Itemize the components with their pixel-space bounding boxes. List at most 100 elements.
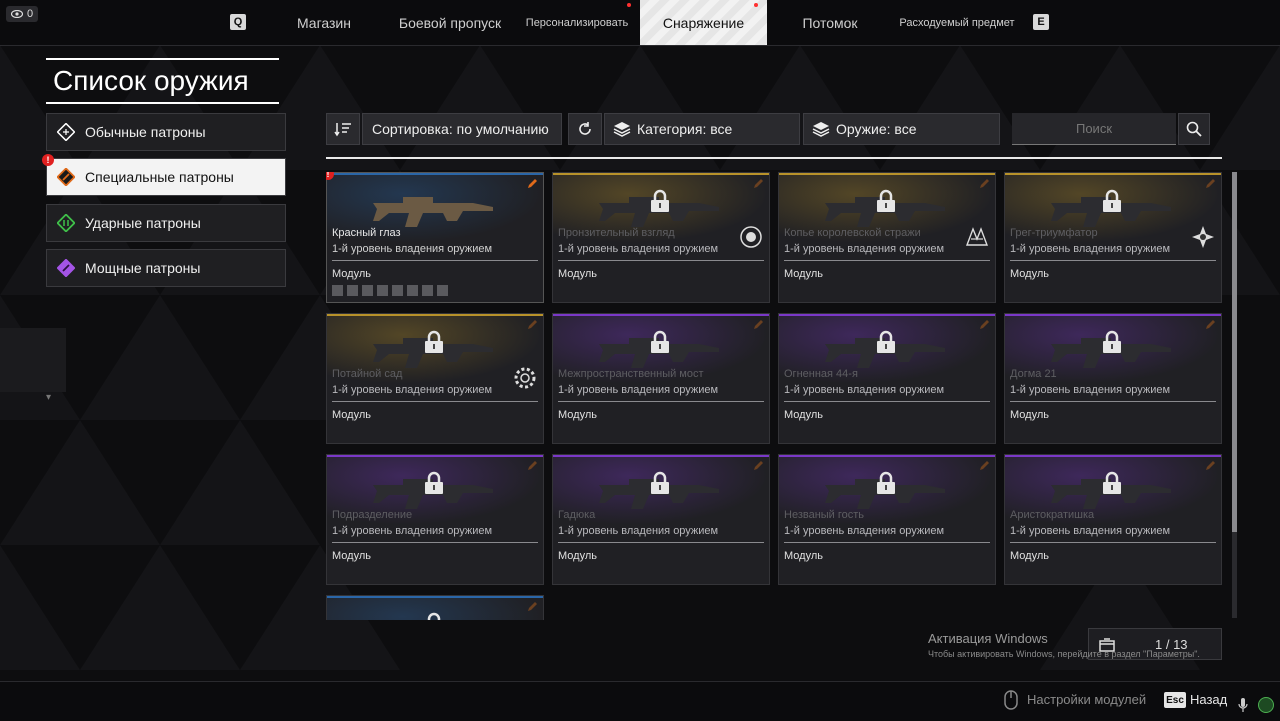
esc-key-hint: Esc: [1164, 692, 1186, 708]
customize-pencil-icon[interactable]: [1204, 460, 1216, 472]
weapon-card[interactable]: Потайной сад 1-й уровень владения оружием…: [326, 313, 544, 444]
weapon-card[interactable]: Красный глаз 1-й уровень владения оружием…: [326, 172, 544, 303]
weapon-name: Незваный гость: [784, 509, 865, 521]
weapon-card[interactable]: Пронзительный взгляд 1-й уровень владения…: [552, 172, 770, 303]
module-slot: [437, 285, 448, 296]
customize-pencil-icon[interactable]: [752, 460, 764, 472]
weapon-card[interactable]: [326, 595, 544, 620]
weapon-proficiency-level: 1-й уровень владения оружием: [332, 384, 493, 396]
category-impact-ammo[interactable]: Ударные патроны: [46, 204, 286, 242]
customize-pencil-icon[interactable]: [526, 178, 538, 190]
weapon-name: Копье королевской стражи: [784, 227, 921, 239]
customize-pencil-icon[interactable]: [752, 178, 764, 190]
search-button[interactable]: [1178, 113, 1210, 145]
customize-pencil-icon[interactable]: [978, 319, 990, 331]
tab-consumables[interactable]: Расходуемый предмет: [893, 0, 1021, 45]
impact-ammo-icon: [57, 214, 75, 232]
card-divider: [784, 401, 990, 402]
module-label: Модуль: [1010, 409, 1049, 421]
voice-status-icon[interactable]: [1258, 697, 1274, 713]
weapon-proficiency-level: 1-й уровень владения оружием: [784, 525, 945, 537]
module-slot: [422, 285, 433, 296]
sort-order-button[interactable]: [326, 113, 360, 145]
lock-icon: [877, 330, 895, 353]
weapon-card[interactable]: Догма 21 1-й уровень владения оружием Моду…: [1004, 313, 1222, 444]
category-special-ammo[interactable]: Специальные патроны: [46, 158, 286, 196]
category-regular-ammo[interactable]: Обычные патроны: [46, 113, 286, 151]
scrollbar-thumb[interactable]: [1232, 172, 1237, 532]
category-filter-dropdown[interactable]: Категория: все: [604, 113, 800, 145]
module-slot: [407, 285, 418, 296]
customize-pencil-icon[interactable]: [526, 319, 538, 331]
sort-dropdown[interactable]: Сортировка: по умолчанию: [362, 113, 562, 145]
weapon-card[interactable]: Незваный гость 1-й уровень владения оружи…: [778, 454, 996, 585]
weapon-name: Потайной сад: [332, 368, 403, 380]
module-label: Модуль: [332, 268, 371, 280]
weapon-proficiency-level: 1-й уровень владения оружием: [558, 243, 719, 255]
card-divider: [558, 401, 764, 402]
gear-emblem-icon: [739, 225, 763, 249]
back-button[interactable]: Назад: [1190, 692, 1227, 707]
weapon-name: Догма 21: [1010, 368, 1057, 380]
customize-pencil-icon[interactable]: [1204, 319, 1216, 331]
customize-pencil-icon[interactable]: [752, 319, 764, 331]
module-slots: [332, 285, 448, 296]
weapon-proficiency-level: 1-й уровень владения оружием: [1010, 384, 1171, 396]
key-hint-previous-tab[interactable]: Q: [230, 14, 246, 30]
card-divider: [1010, 260, 1216, 261]
weapon-card[interactable]: Аристократишка 1-й уровень владения оружи…: [1004, 454, 1222, 585]
weapon-card[interactable]: Грег-триумфатор 1-й уровень владения оруж…: [1004, 172, 1222, 303]
category-label: Мощные патроны: [85, 260, 201, 276]
search-input[interactable]: Поиск: [1012, 113, 1176, 145]
lock-icon: [877, 189, 895, 212]
lock-icon: [1103, 189, 1121, 212]
weapon-name: Межпространственный мост: [558, 368, 704, 380]
collapsed-side-panel[interactable]: [0, 328, 66, 392]
customize-pencil-icon[interactable]: [978, 178, 990, 190]
card-divider: [1010, 542, 1216, 543]
weapon-name: Красный глаз: [332, 227, 401, 239]
category-high-power-ammo[interactable]: Мощные патроны: [46, 249, 286, 287]
customize-pencil-icon[interactable]: [526, 460, 538, 472]
weapon-card[interactable]: Гадюка 1-й уровень владения оружием Модуль: [552, 454, 770, 585]
module-slot: [347, 285, 358, 296]
tab-equipment[interactable]: Снаряжение: [640, 0, 767, 45]
tab-descendant[interactable]: Потомок: [790, 0, 870, 45]
weapon-filter-dropdown[interactable]: Оружие: все: [803, 113, 1000, 145]
high-power-ammo-icon: [57, 259, 75, 277]
module-slot: [377, 285, 388, 296]
weapon-card[interactable]: Межпространственный мост 1-й уровень влад…: [552, 313, 770, 444]
card-divider: [1010, 401, 1216, 402]
weapon-name: Пронзительный взгляд: [558, 227, 675, 239]
weapon-card[interactable]: Подразделение 1-й уровень владения оружие…: [326, 454, 544, 585]
weapon-name: Гадюка: [558, 509, 596, 521]
key-hint-next-tab[interactable]: E: [1033, 14, 1049, 30]
cog-emblem-icon: [513, 366, 537, 390]
reset-filters-button[interactable]: [568, 113, 602, 145]
microphone-icon[interactable]: [1238, 697, 1248, 718]
chevron-down-icon[interactable]: ▾: [46, 392, 51, 403]
lock-icon: [651, 330, 669, 353]
module-settings-hint[interactable]: Настройки модулей: [1027, 692, 1146, 707]
customize-pencil-icon[interactable]: [526, 601, 538, 613]
weapon-card[interactable]: Копье королевской стражи 1-й уровень влад…: [778, 172, 996, 303]
tab-battle-pass[interactable]: Боевой пропуск: [390, 0, 510, 45]
module-label: Модуль: [558, 550, 597, 562]
windows-activation-subtitle: Чтобы активировать Windows, перейдите в …: [928, 649, 1200, 659]
weapon-proficiency-level: 1-й уровень владения оружием: [332, 243, 493, 255]
card-divider: [332, 260, 538, 261]
lock-icon: [651, 471, 669, 494]
module-label: Модуль: [558, 409, 597, 421]
special-ammo-icon: [57, 168, 75, 186]
weapon-proficiency-level: 1-й уровень владения оружием: [558, 525, 719, 537]
layers-icon: [613, 122, 631, 137]
weapon-proficiency-level: 1-й уровень владения оружием: [332, 525, 493, 537]
regular-ammo-icon: [57, 123, 75, 141]
tab-customize[interactable]: Персонализировать: [518, 0, 636, 45]
customize-pencil-icon[interactable]: [978, 460, 990, 472]
tab-shop[interactable]: Магазин: [283, 0, 365, 45]
customize-pencil-icon[interactable]: [1204, 178, 1216, 190]
weapon-card[interactable]: Огненная 44-я 1-й уровень владения оружие…: [778, 313, 996, 444]
category-label: Ударные патроны: [85, 215, 201, 231]
grid-divider: [326, 157, 1222, 159]
